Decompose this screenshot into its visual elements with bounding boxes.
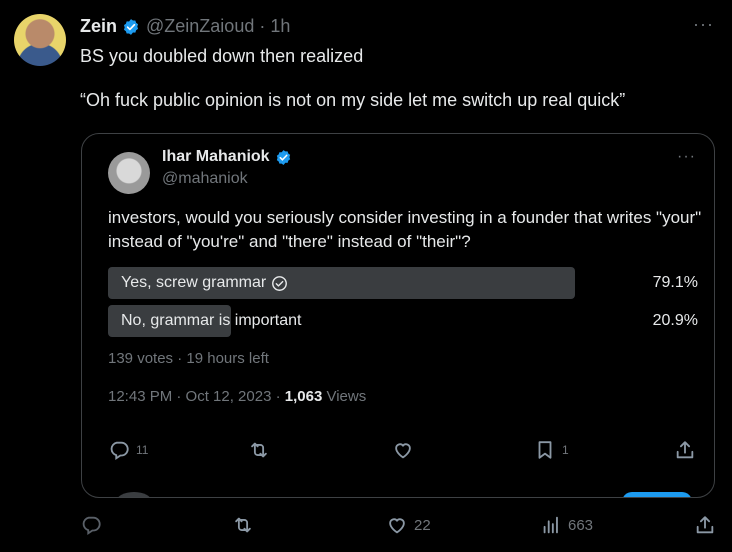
more-options-icon[interactable]: ··· <box>677 148 696 166</box>
author-avatar[interactable] <box>14 14 66 66</box>
poll-option-percent: 79.1% <box>652 274 698 291</box>
reply-button[interactable]: 11 <box>108 439 148 461</box>
tweet-text: BS you doubled down then realized “Oh fu… <box>80 45 625 111</box>
poll-option-label: Yes, screw grammar <box>121 274 267 291</box>
poll-option-label-row: No, grammar is important <box>121 312 302 330</box>
like-button[interactable] <box>392 439 420 461</box>
bar-chart-icon <box>543 516 558 534</box>
reply-button[interactable] <box>80 514 108 536</box>
bookmark-icon <box>538 441 552 459</box>
poll-option-label-row: Yes, screw grammar <box>121 274 288 292</box>
tweet-timestamp: 12:43 PM · Oct 12, 2023 · 1,063 Views <box>108 388 366 405</box>
quoted-tweet-text: investors, would you seriously consider … <box>108 208 702 251</box>
poll-option-label: No, grammar is important <box>121 312 302 329</box>
retweet-button[interactable] <box>248 439 276 461</box>
tweet-header: Zein @ZeinZaioud · 1h <box>80 16 290 37</box>
tweet-text-line1: BS you doubled down then realized <box>80 46 364 66</box>
share-icon <box>696 516 714 534</box>
poll-option: No, grammar is important 20.9% <box>108 305 698 337</box>
poll-option: Yes, screw grammar 79.1% <box>108 267 698 299</box>
retweet-button[interactable] <box>232 514 260 536</box>
quoted-author-handle[interactable]: @mahaniok <box>162 170 248 188</box>
views-count: 663 <box>568 516 594 534</box>
follow-button-peek[interactable] <box>622 492 692 497</box>
poll-option-percent: 20.9% <box>652 312 698 329</box>
views-button[interactable]: 663 <box>540 514 593 536</box>
quoted-action-bar: 11 1 <box>108 439 698 463</box>
verified-badge-icon <box>276 149 290 165</box>
like-button[interactable]: 22 <box>386 514 431 536</box>
tweet-text-line2: “Oh fuck public opinion is not on my sid… <box>80 90 626 110</box>
heart-icon <box>395 443 411 459</box>
quoted-tweet[interactable]: Ihar Mahaniok @mahaniok ··· investors, w… <box>81 133 715 498</box>
timestamp-text[interactable]: 12:43 PM · Oct 12, 2023 · <box>108 388 285 405</box>
check-circle-icon <box>272 275 288 291</box>
author-name[interactable]: Zein <box>80 16 117 37</box>
bookmark-count: 1 <box>562 443 569 457</box>
reply-icon <box>110 441 129 460</box>
share-button[interactable] <box>694 514 716 536</box>
retweet-icon <box>251 442 267 458</box>
quoted-author-avatar[interactable] <box>108 152 150 194</box>
views-label: Views <box>322 388 367 405</box>
retweet-icon <box>235 517 251 533</box>
next-avatar-peek <box>116 492 152 497</box>
verified-badge-icon <box>123 18 139 35</box>
main-action-bar: 22 663 <box>80 514 720 540</box>
more-options-icon[interactable]: ··· <box>693 14 714 35</box>
share-icon <box>676 441 694 459</box>
poll-meta: 139 votes · 19 hours left <box>108 350 269 367</box>
quoted-author-name-row: Ihar Mahaniok <box>162 148 298 166</box>
like-count: 22 <box>414 516 431 534</box>
separator-dot: · <box>259 16 266 36</box>
bookmark-button[interactable]: 1 <box>534 439 569 461</box>
tweet: Zein @ZeinZaioud · 1h ··· BS you doubled… <box>0 0 732 552</box>
author-handle[interactable]: @ZeinZaioud <box>146 16 254 37</box>
quoted-author-name[interactable]: Ihar Mahaniok <box>162 148 270 166</box>
reply-count: 11 <box>136 443 149 457</box>
share-button[interactable] <box>674 439 696 461</box>
views-count: 1,063 <box>284 388 323 405</box>
tweet-time[interactable]: 1h <box>270 16 290 37</box>
heart-icon <box>389 518 405 534</box>
reply-icon <box>82 516 101 535</box>
